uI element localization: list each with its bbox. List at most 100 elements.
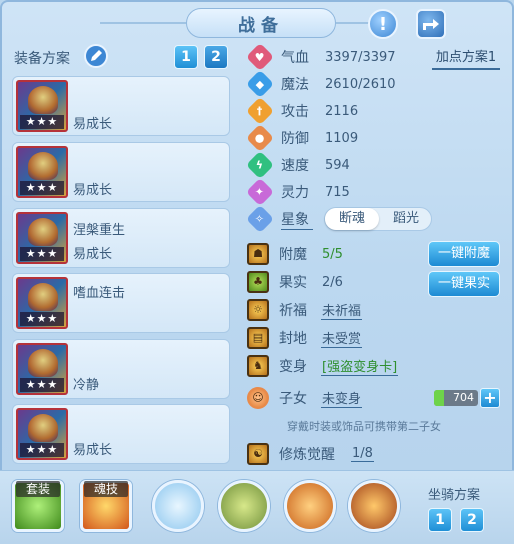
one-key-fruit-button[interactable]: 一键果实 (428, 271, 500, 297)
stat-name: 气血 (281, 50, 309, 66)
feature-value[interactable]: 未变身 (321, 388, 363, 408)
fruit-icon: ♣ (247, 271, 269, 293)
stat-value: 2116 (325, 103, 359, 119)
stat-speed: ϟ 速度 594 (245, 150, 350, 180)
child-bar-value: 704 (453, 391, 474, 404)
card-name-2: 易成长 (73, 247, 113, 262)
scheme-card-6[interactable]: ★★★ 易成长 (12, 404, 230, 464)
stat-attack: † 攻击 2116 (245, 96, 359, 126)
stat-value: 2610/2610 (325, 76, 396, 92)
stat-defense: ● 防御 1109 (245, 123, 359, 153)
feature-name: 果实 (279, 275, 307, 291)
plan-button[interactable]: 加点方案1 (432, 48, 500, 70)
stat-hp: ♥ 气血 3397/3397 (245, 42, 396, 72)
mount-tab-2[interactable]: 2 (460, 508, 484, 532)
feature-enchant: ☗ 附魔 5/5 (247, 242, 344, 266)
stat-value: 715 (325, 184, 350, 200)
shield-icon: ● (245, 123, 275, 153)
fist-skill-icon[interactable] (152, 480, 204, 532)
belt-icon: ★★★ (16, 343, 68, 395)
star-option-duanhun[interactable]: 断魂 (325, 208, 379, 230)
mana-icon: ◆ (245, 69, 275, 99)
enchant-icon: ☗ (247, 243, 269, 265)
scheme-tab-1[interactable]: 1 (174, 45, 198, 69)
stat-spirit: ✦ 灵力 715 (245, 177, 350, 207)
scheme-card-5[interactable]: ★★★ 冷静 (12, 339, 230, 399)
boots-icon: ★★★ (16, 408, 68, 460)
feature-value[interactable]: [强盗变身卡] (321, 356, 399, 376)
feature-name: 修炼觉醒 (279, 447, 335, 463)
feature-name: 附魔 (279, 247, 307, 263)
stars: ★★★ (20, 378, 64, 392)
stat-value: 594 (325, 157, 350, 173)
armor-icon: ★★★ (16, 146, 68, 198)
blessing-icon: ☼ (247, 299, 269, 321)
help-icon[interactable]: ! (368, 9, 398, 39)
stars: ★★★ (20, 181, 64, 195)
stat-value: 3397/3397 (325, 49, 396, 65)
card-name: 冷静 (73, 378, 100, 393)
punch-skill-icon[interactable] (284, 480, 336, 532)
stat-mp: ◆ 魔法 2610/2610 (245, 69, 396, 99)
feature-fief[interactable]: ▤ 封地 未受赏 (247, 326, 363, 350)
helmet-icon: ★★★ (16, 212, 68, 264)
feature-name: 变身 (279, 359, 307, 375)
card-name: 涅槃重生 (73, 223, 126, 238)
card-name: 易成长 (73, 443, 113, 458)
stars: ★★★ (20, 443, 64, 457)
scheme-card-1[interactable]: ★★★ 易成长 (12, 76, 230, 136)
feature-name: 祈福 (279, 303, 307, 319)
mount-tab-1[interactable]: 1 (428, 508, 452, 532)
mount-label: 坐骑方案 (428, 488, 481, 503)
child-progress-bar: 704 (434, 390, 478, 406)
suit-tag: 套装 (16, 481, 60, 497)
title-wing-left (100, 22, 186, 24)
one-key-enchant-button[interactable]: 一键附魔 (428, 241, 500, 267)
stat-name: 防御 (281, 131, 309, 147)
feature-name: 子女 (279, 391, 307, 407)
stat-name: 攻击 (281, 104, 309, 120)
feature-name: 封地 (279, 331, 307, 347)
scheme-card-3[interactable]: ★★★ 涅槃重生 易成长 (12, 208, 230, 268)
card-name: 嗜血连击 (73, 286, 126, 301)
stars: ★★★ (20, 115, 64, 129)
weapon-icon: ★★★ (16, 80, 68, 132)
share-icon[interactable] (416, 9, 446, 39)
feature-value[interactable]: 未祈福 (321, 300, 363, 320)
spirit-icon: ✦ (245, 177, 275, 207)
stat-value: 1109 (325, 130, 359, 146)
page-title-text: 战备 (238, 15, 284, 36)
transform-icon: ♞ (247, 355, 269, 377)
feature-value: 5/5 (322, 246, 343, 262)
feature-blessing[interactable]: ☼ 祈福 未祈福 (247, 298, 363, 322)
scheme-card-4[interactable]: ★★★ 嗜血连击 (12, 273, 230, 333)
feature-fruit: ♣ 果实 2/6 (247, 270, 344, 294)
star-option-daoguang[interactable]: 蹈光 (379, 208, 433, 230)
title-wing-right (336, 22, 372, 24)
star-toggle[interactable]: 断魂 蹈光 (324, 207, 432, 231)
star-icon: ✧ (245, 204, 275, 234)
stars: ★★★ (20, 312, 64, 326)
feature-child[interactable]: ☺ 子女 未变身 (247, 386, 363, 410)
stat-star: ✧ 星象 (245, 204, 313, 234)
soul-tag: 魂技 (84, 481, 128, 497)
child-icon: ☺ (247, 387, 269, 409)
feature-value: 2/6 (322, 274, 343, 290)
bow-skill-icon[interactable] (218, 480, 270, 532)
feature-awaken[interactable]: ☯ 修炼觉醒 1/8 (247, 442, 374, 466)
feature-transform[interactable]: ♞ 变身 [强盗变身卡] (247, 354, 399, 378)
awaken-icon: ☯ (247, 443, 269, 465)
edit-icon[interactable] (84, 44, 108, 68)
stars: ★★★ (20, 247, 64, 261)
child-hint: 穿戴时装或饰品可携带第二子女 (287, 420, 441, 433)
card-name: 易成长 (73, 183, 113, 198)
feature-value[interactable]: 未受赏 (321, 328, 363, 348)
scheme-tab-2[interactable]: 2 (204, 45, 228, 69)
scheme-card-2[interactable]: ★★★ 易成长 (12, 142, 230, 202)
heart-icon: ♥ (245, 42, 275, 72)
shield-skill-icon[interactable] (348, 480, 400, 532)
add-child-button[interactable]: + (480, 388, 500, 408)
scroll-icon: ▤ (247, 327, 269, 349)
feature-value[interactable]: 1/8 (351, 446, 374, 462)
page-title: 战备 (186, 8, 336, 38)
